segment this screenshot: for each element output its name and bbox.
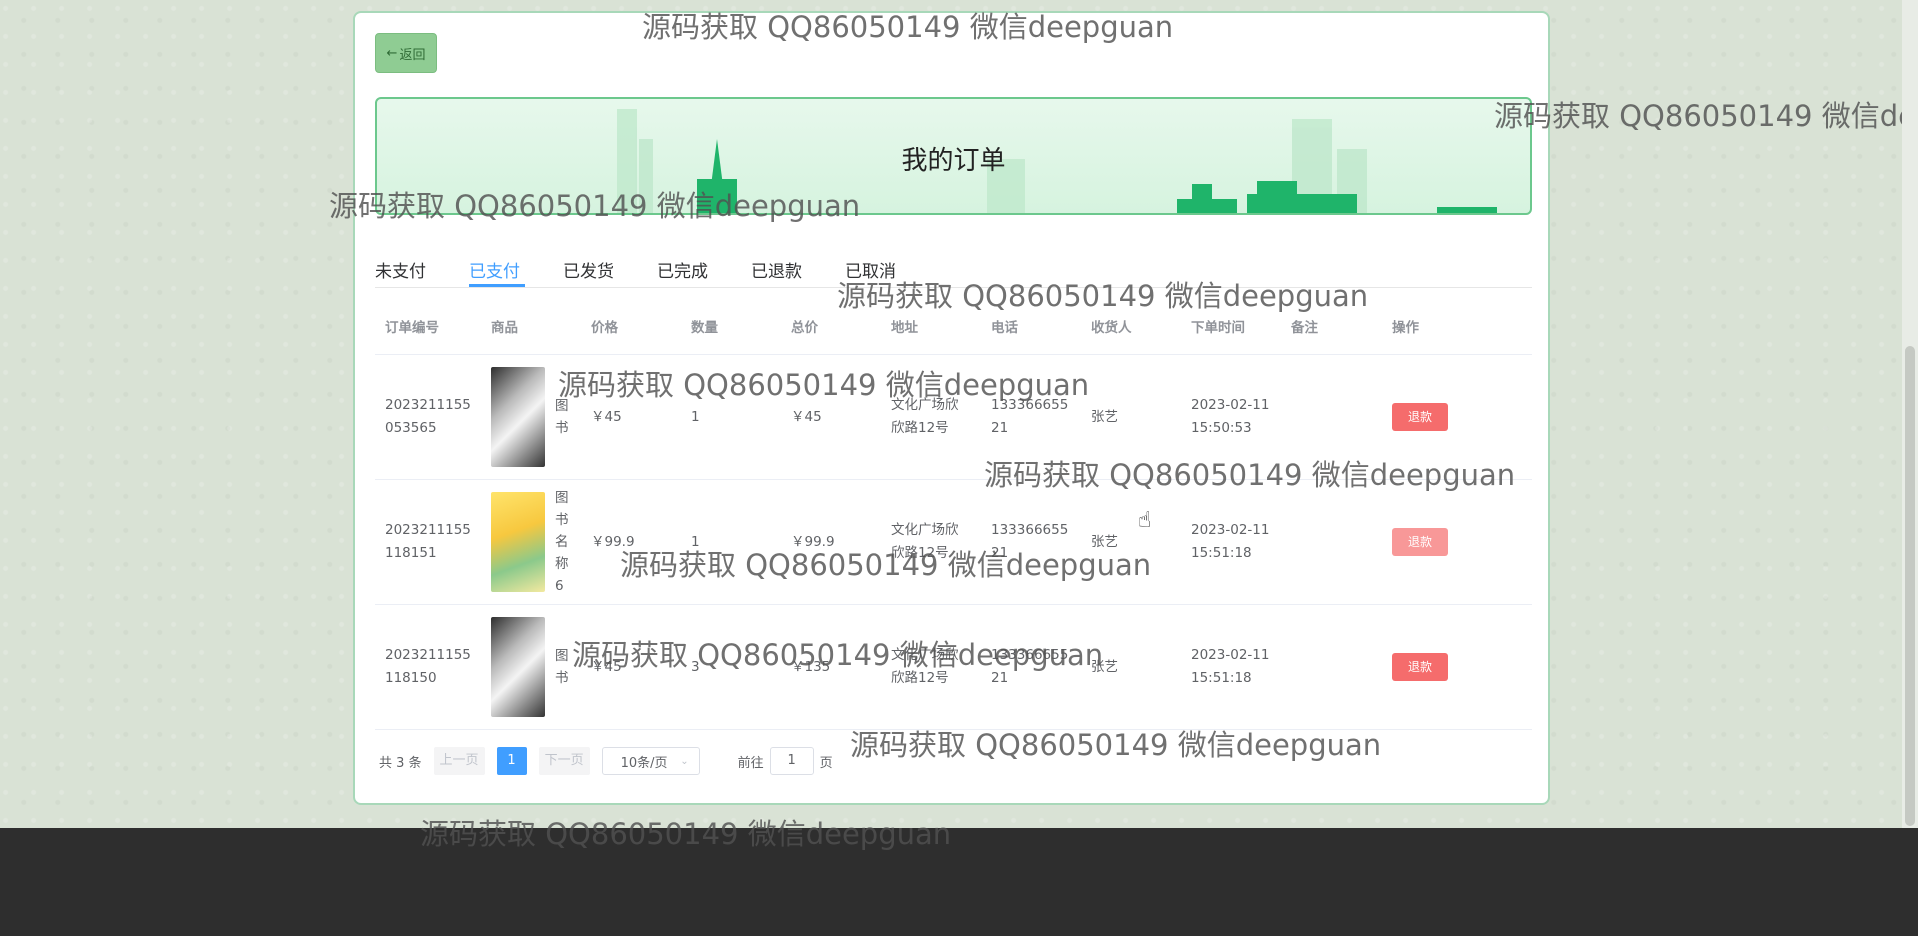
pagination: 共 3 条 上一页 1 下一页 10条/页 ⌄ 前往 1 页 bbox=[379, 746, 833, 776]
time-cell: 2023-02-11 15:50:53 bbox=[1181, 354, 1281, 480]
tab-unpaid[interactable]: 未支付 bbox=[375, 257, 426, 282]
order-status-tabs: 未支付 已支付 已发货 已完成 已退款 已取消 bbox=[375, 245, 1532, 288]
goto-prefix: 前往 bbox=[737, 755, 764, 771]
orders-table: 订单编号 商品 价格 数量 总价 地址 电话 收货人 下单时间 备注 操作 20… bbox=[375, 298, 1532, 730]
table-row: 2023211155 118150 图书 ￥45 3 ￥135 文化广场欣 欣路12… bbox=[375, 604, 1532, 730]
arrow-left-icon: ← bbox=[386, 45, 398, 61]
order-panel: ← 返回 我的订单 未支付 已支付 已发货 已完成 已退款 已取消 订单编号 商… bbox=[353, 11, 1550, 805]
phone-cell: 133366655 21 bbox=[981, 604, 1081, 730]
footer-bar bbox=[0, 828, 1918, 936]
book-cover-image bbox=[491, 617, 545, 717]
receiver-cell: 张艺 bbox=[1081, 479, 1181, 605]
col-header-address: 地址 bbox=[881, 298, 981, 355]
total-cell: ￥135 bbox=[781, 604, 881, 730]
table-header-row: 订单编号 商品 价格 数量 总价 地址 电话 收货人 下单时间 备注 操作 bbox=[375, 298, 1532, 355]
page-number-current[interactable]: 1 bbox=[496, 747, 527, 775]
order-no-cell: 2023211155 118151 bbox=[375, 479, 481, 605]
tab-cancelled[interactable]: 已取消 bbox=[845, 257, 896, 282]
price-cell: ￥45 bbox=[581, 604, 681, 730]
time-cell: 2023-02-11 15:51:18 bbox=[1181, 604, 1281, 730]
phone-cell: 133366655 21 bbox=[981, 354, 1081, 480]
table-row: 2023211155 053565 图书 ￥45 1 ￥45 文化广场欣 欣路12号… bbox=[375, 354, 1532, 480]
phone-cell: 133366655 21 bbox=[981, 479, 1081, 605]
receiver-cell: 张艺 bbox=[1081, 604, 1181, 730]
hand-pointer-icon: ☝ bbox=[1138, 508, 1152, 533]
page-title: 我的订单 bbox=[901, 146, 1006, 176]
back-button[interactable]: ← 返回 bbox=[375, 33, 437, 73]
chevron-down-icon: ⌄ bbox=[680, 755, 689, 767]
back-button-label: 返回 bbox=[399, 47, 426, 63]
price-cell: ￥99.9 bbox=[581, 479, 681, 605]
qty-cell: 3 bbox=[681, 604, 781, 730]
note-cell bbox=[1281, 604, 1382, 730]
col-header-order-no: 订单编号 bbox=[375, 298, 481, 355]
book-cover-image bbox=[491, 492, 545, 592]
scrollbar-thumb[interactable] bbox=[1905, 346, 1915, 826]
note-cell bbox=[1281, 479, 1382, 605]
qty-cell: 1 bbox=[681, 354, 781, 480]
book-cover-image bbox=[491, 367, 545, 467]
watermark-text: 源码获取 QQ86050149 微信deepguan bbox=[1494, 99, 1918, 133]
next-page-button[interactable]: 下一页 bbox=[538, 747, 590, 775]
col-header-action: 操作 bbox=[1382, 298, 1532, 355]
order-no-cell: 2023211155 053565 bbox=[375, 354, 481, 480]
tab-shipped[interactable]: 已发货 bbox=[563, 257, 614, 282]
pagination-total: 共 3 条 bbox=[379, 755, 422, 771]
page-size-value: 10条/页 bbox=[620, 755, 668, 771]
goto-page-input[interactable]: 1 bbox=[769, 747, 814, 775]
refund-button[interactable]: 退款 bbox=[1392, 403, 1448, 431]
qty-cell: 1 bbox=[681, 479, 781, 605]
tab-refunded[interactable]: 已退款 bbox=[751, 257, 802, 282]
prev-page-button[interactable]: 上一页 bbox=[433, 747, 485, 775]
col-header-receiver: 收货人 bbox=[1081, 298, 1181, 355]
refund-button[interactable]: 退款 bbox=[1392, 653, 1448, 681]
col-header-note: 备注 bbox=[1281, 298, 1382, 355]
col-header-time: 下单时间 bbox=[1181, 298, 1281, 355]
col-header-qty: 数量 bbox=[681, 298, 781, 355]
col-header-price: 价格 bbox=[581, 298, 681, 355]
goto-suffix: 页 bbox=[819, 755, 833, 771]
refund-button[interactable]: 退款 bbox=[1392, 528, 1448, 556]
active-tab-indicator bbox=[469, 284, 525, 287]
receiver-cell: 张艺 bbox=[1081, 354, 1181, 480]
address-cell: 文化广场欣 欣路12号 bbox=[881, 604, 981, 730]
tab-completed[interactable]: 已完成 bbox=[657, 257, 708, 282]
col-header-total: 总价 bbox=[781, 298, 881, 355]
total-cell: ￥99.9 bbox=[781, 479, 881, 605]
title-banner: 我的订单 bbox=[375, 97, 1532, 215]
goods-name: 图书名称6 bbox=[555, 490, 569, 594]
note-cell bbox=[1281, 354, 1382, 480]
address-cell: 文化广场欣 欣路12号 bbox=[881, 354, 981, 480]
price-cell: ￥45 bbox=[581, 354, 681, 480]
goods-name: 图书 bbox=[555, 648, 569, 686]
table-row: 2023211155 118151 图书名称6 ￥99.9 1 ￥99.9 文化广… bbox=[375, 479, 1532, 605]
col-header-phone: 电话 bbox=[981, 298, 1081, 355]
total-cell: ￥45 bbox=[781, 354, 881, 480]
page-size-select[interactable]: 10条/页 ⌄ bbox=[601, 747, 700, 775]
goods-name: 图书 bbox=[555, 398, 569, 436]
time-cell: 2023-02-11 15:51:18 bbox=[1181, 479, 1281, 605]
page-scrollbar[interactable] bbox=[1902, 0, 1918, 828]
tab-paid[interactable]: 已支付 bbox=[469, 257, 520, 282]
order-no-cell: 2023211155 118150 bbox=[375, 604, 481, 730]
address-cell: 文化广场欣 欣路12号 bbox=[881, 479, 981, 605]
col-header-goods: 商品 bbox=[481, 298, 581, 355]
